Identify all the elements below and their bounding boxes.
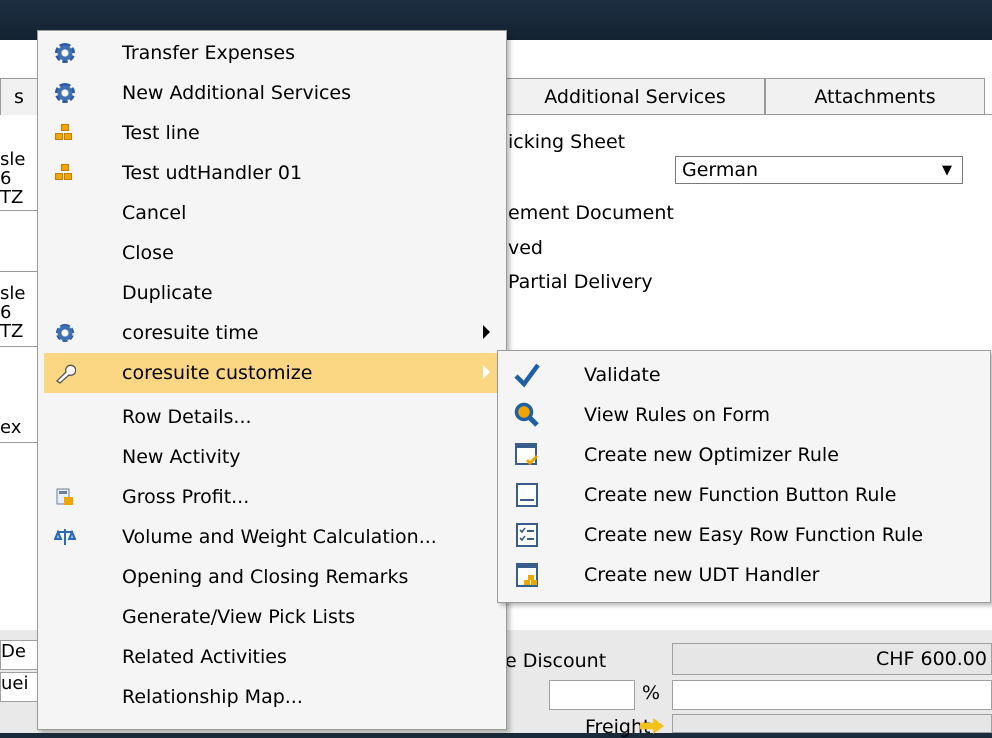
left-field[interactable]: uei <box>0 672 40 702</box>
left-divider <box>0 442 40 443</box>
discount-label: e Discount <box>505 650 607 672</box>
menu-item-volume-weight[interactable]: Volume and Weight Calculation... <box>44 517 502 557</box>
calculator-icon <box>48 477 82 517</box>
submenu-item-validate[interactable]: Validate <box>502 355 986 395</box>
menu-item-duplicate[interactable]: Duplicate <box>44 273 502 313</box>
submenu-item-optimizer-rule[interactable]: Create new Optimizer Rule <box>502 435 986 475</box>
menu-item-new-additional-services[interactable]: New Additional Services <box>44 73 502 113</box>
form-line-3: Partial Delivery <box>508 271 653 293</box>
menu-item-close[interactable]: Close <box>44 233 502 273</box>
left-fragment-2: sle 6 TZ <box>0 284 40 344</box>
submenu-item-view-rules[interactable]: View Rules on Form <box>502 395 986 435</box>
gear-icon <box>48 33 82 73</box>
window-list-icon <box>512 520 542 550</box>
tab-additional-services[interactable]: Additional Services <box>505 78 765 115</box>
percent-label: % <box>642 682 661 704</box>
gears-icon <box>48 313 82 353</box>
menu-item-row-details[interactable]: Row Details... <box>44 397 502 437</box>
menu-item-related-activities[interactable]: Related Activities <box>44 637 502 677</box>
window-boxes-icon <box>512 560 542 590</box>
menu-item-transfer-expenses[interactable]: Transfer Expenses <box>44 33 502 73</box>
tab-label: s <box>14 86 24 108</box>
menu-item-gross-profit[interactable]: Gross Profit... <box>44 477 502 517</box>
scale-icon <box>48 517 82 557</box>
left-divider <box>0 346 40 347</box>
magnifier-icon <box>512 400 542 430</box>
dropdown-arrow-icon: ▼ <box>942 163 952 178</box>
language-select[interactable]: German ▼ <box>675 156 963 184</box>
tab-attachments[interactable]: Attachments <box>765 78 985 115</box>
left-fragment-1: sle 6 TZ <box>0 150 40 210</box>
tab-label: Additional Services <box>544 86 726 108</box>
menu-item-opening-closing-remarks[interactable]: Opening and Closing Remarks <box>44 557 502 597</box>
gear-icon <box>48 73 82 113</box>
freight-field <box>672 714 992 733</box>
menu-item-coresuite-customize[interactable]: coresuite customize <box>44 353 502 393</box>
language-value: German <box>682 159 759 181</box>
boxes-icon <box>48 113 82 153</box>
menu-item-relationship-map[interactable]: Relationship Map... <box>44 677 502 717</box>
boxes-icon <box>48 153 82 193</box>
submenu-item-udt-handler[interactable]: Create new UDT Handler <box>502 555 986 595</box>
menu-item-new-activity[interactable]: New Activity <box>44 437 502 477</box>
discount-total-field: CHF 600.00 <box>672 643 992 675</box>
discount-percent-input[interactable] <box>549 680 635 710</box>
window-check-icon <box>512 440 542 470</box>
submenu-item-function-button-rule[interactable]: Create new Function Button Rule <box>502 475 986 515</box>
submenu-arrow-icon <box>483 325 490 339</box>
menu-item-pick-lists[interactable]: Generate/View Pick Lists <box>44 597 502 637</box>
submenu-arrow-icon <box>483 365 490 379</box>
left-divider <box>0 210 40 211</box>
menu-item-coresuite-time[interactable]: coresuite time <box>44 313 502 353</box>
menu-item-cancel[interactable]: Cancel <box>44 193 502 233</box>
menu-item-test-line[interactable]: Test line <box>44 113 502 153</box>
left-field[interactable]: De <box>0 640 40 670</box>
picking-sheet-label: icking Sheet <box>508 131 626 153</box>
left-fragment-3: ex <box>0 418 40 442</box>
left-divider <box>0 271 40 272</box>
submenu-item-easy-row-rule[interactable]: Create new Easy Row Function Rule <box>502 515 986 555</box>
checkmark-icon <box>512 360 542 390</box>
wrench-icon <box>48 353 82 393</box>
tab-underline <box>505 114 992 115</box>
window-button-icon <box>512 480 542 510</box>
form-line-1: ement Document <box>508 202 674 224</box>
tab-label: Attachments <box>814 86 936 108</box>
tab-partial[interactable]: s <box>0 78 38 115</box>
discount-amount-input[interactable] <box>672 680 992 710</box>
menu-item-test-udthandler[interactable]: Test udtHandler 01 <box>44 153 502 193</box>
form-line-2: ved <box>508 237 543 259</box>
coresuite-customize-submenu: Validate View Rules on Form Create new O… <box>497 350 991 603</box>
context-menu: Transfer Expenses New Additional Service… <box>37 30 507 730</box>
